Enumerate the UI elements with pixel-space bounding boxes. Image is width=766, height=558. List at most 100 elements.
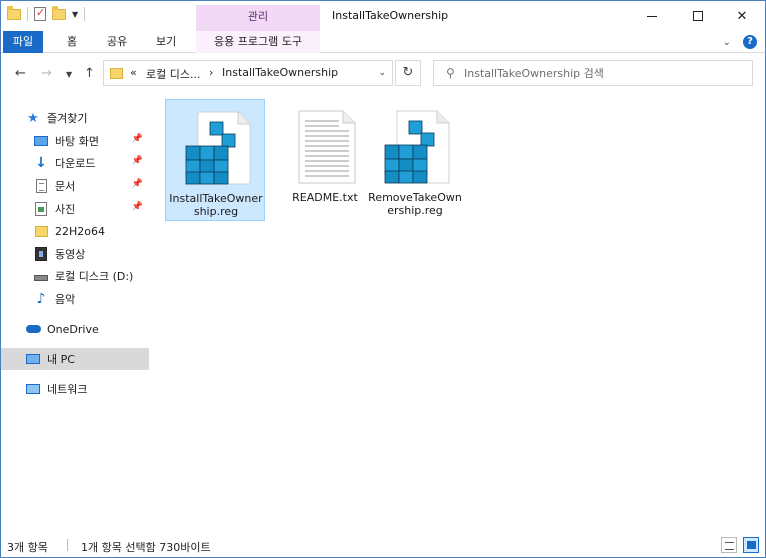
address-row: ← → ▼ ↑ « 로컬 디스... › InstallTakeOwnershi… (1, 54, 765, 92)
file-name: RemoveTakeOwnership.reg (368, 191, 462, 217)
cloud-icon (25, 321, 41, 337)
ribbon-tabs: 파일 홈 공유 보기 응용 프로그램 도구 ⌄ ? (1, 31, 765, 53)
tab-application-tools[interactable]: 응용 프로그램 도구 (196, 31, 320, 53)
file-item-remove-reg[interactable]: RemoveTakeOwnership.reg (365, 99, 465, 221)
star-icon: ★ (27, 110, 39, 126)
quick-access-toolbar: ▼ (7, 5, 86, 21)
maximize-button[interactable] (675, 1, 721, 31)
minimize-button[interactable] (629, 1, 675, 31)
toolbar-divider (27, 7, 28, 21)
status-bar: 3개 항목 1개 항목 선택함 730바이트 (1, 533, 765, 557)
explorer-window: ▼ 관리 InstallTakeOwnership ✕ 파일 홈 공유 보기 응… (0, 0, 766, 558)
nav-item-desktop[interactable]: 바탕 화면 📌 (1, 130, 149, 152)
refresh-button[interactable]: ↻ (395, 60, 421, 86)
nav-item-videos[interactable]: 동영상 (1, 243, 149, 265)
tab-home[interactable]: 홈 (59, 31, 85, 53)
nav-item-documents[interactable]: 문서 📌 (1, 175, 149, 197)
nav-item-this-pc[interactable]: 내 PC (1, 348, 149, 370)
nav-item-label: 22H2o64 (55, 224, 105, 238)
forward-arrow-icon[interactable]: → (41, 66, 52, 81)
close-button[interactable]: ✕ (719, 1, 765, 31)
address-dropdown-chevron-icon[interactable]: ⌄ (378, 68, 386, 78)
nav-item-label: 내 PC (47, 353, 75, 366)
nav-item-label: 바탕 화면 (55, 135, 99, 148)
nav-item-label: 사진 (55, 203, 76, 216)
tab-share[interactable]: 공유 (99, 31, 135, 53)
computer-icon (25, 351, 41, 367)
search-icon: ⚲ (446, 66, 455, 80)
text-file-icon (298, 110, 356, 184)
recent-locations-chevron-icon[interactable]: ▼ (66, 70, 72, 79)
picture-icon (33, 201, 49, 217)
navigation-pane: ★ 즐겨찾기 바탕 화면 📌 ↓ 다운로드 📌 문서 📌 사진 📌 22H2o6… (1, 93, 151, 533)
video-icon (33, 246, 49, 262)
search-box[interactable]: ⚲ (433, 60, 753, 86)
breadcrumb-separator[interactable]: › (209, 66, 213, 79)
file-name: InstallTakeOwnership.reg (169, 192, 263, 218)
nav-item-local-disk-d[interactable]: 로컬 디스크 (D:) (1, 265, 149, 287)
ribbon-controls: ⌄ ? (723, 35, 757, 49)
status-item-count: 3개 항목 (7, 541, 48, 554)
nav-item-label: 즐겨찾기 (47, 112, 88, 125)
pin-icon[interactable]: 📌 (132, 179, 143, 189)
drive-icon (33, 268, 49, 284)
registry-file-icon (384, 110, 450, 184)
help-icon[interactable]: ? (743, 35, 757, 49)
new-folder-icon[interactable] (52, 5, 66, 20)
file-list: InstallTakeOwnership.reg README.txt Remo… (153, 93, 765, 533)
maximize-icon (693, 11, 703, 21)
music-icon: ♪ (36, 291, 46, 307)
status-selection: 1개 항목 선택함 730바이트 (81, 541, 211, 554)
download-icon: ↓ (35, 155, 47, 171)
nav-item-network[interactable]: 네트워크 (1, 378, 149, 400)
nav-quick-access[interactable]: ★ 즐겨찾기 (1, 107, 149, 129)
registry-file-icon (185, 111, 251, 185)
document-icon (33, 178, 49, 194)
folder-icon (7, 5, 21, 20)
nav-item-music[interactable]: ♪ 음악 (1, 288, 149, 310)
nav-item-downloads[interactable]: ↓ 다운로드 📌 (1, 152, 149, 174)
details-view-icon[interactable] (721, 537, 737, 553)
properties-icon[interactable] (34, 6, 46, 21)
customize-toolbar-chevron-icon[interactable]: ▼ (72, 10, 78, 19)
desktop-icon (33, 133, 49, 149)
toolbar-divider (84, 7, 86, 21)
refresh-icon: ↻ (402, 65, 414, 80)
nav-item-label: OneDrive (47, 322, 99, 336)
nav-item-label: 네트워크 (47, 383, 88, 396)
breadcrumb-current-folder[interactable]: InstallTakeOwnership (222, 66, 338, 79)
back-arrow-icon[interactable]: ← (15, 66, 26, 81)
pin-icon[interactable]: 📌 (132, 202, 143, 212)
nav-item-label: 로컬 디스크 (D:) (55, 270, 134, 283)
search-input[interactable] (464, 65, 744, 81)
status-divider (67, 539, 68, 551)
nav-item-label: 다운로드 (55, 157, 96, 170)
network-icon (25, 381, 41, 397)
folder-icon (33, 223, 49, 239)
expand-ribbon-chevron-icon[interactable]: ⌄ (723, 37, 731, 48)
pin-icon[interactable]: 📌 (132, 156, 143, 166)
title-bar: ▼ 관리 InstallTakeOwnership ✕ (1, 1, 765, 31)
pin-icon[interactable]: 📌 (132, 134, 143, 144)
nav-item-onedrive[interactable]: OneDrive (1, 318, 149, 340)
up-arrow-icon[interactable]: ↑ (84, 66, 95, 81)
breadcrumb-overflow[interactable]: « (130, 66, 137, 79)
file-name: README.txt (292, 191, 358, 204)
nav-item-22h2o64[interactable]: 22H2o64 (1, 220, 149, 242)
tab-view[interactable]: 보기 (148, 31, 184, 53)
nav-item-label: 동영상 (55, 248, 86, 261)
breadcrumb-local-disk[interactable]: 로컬 디스... (146, 66, 200, 82)
context-tab-manage[interactable]: 관리 (196, 5, 320, 31)
large-icons-view-icon[interactable] (743, 537, 759, 553)
nav-item-label: 음악 (55, 293, 76, 306)
close-icon: ✕ (736, 8, 748, 24)
nav-item-label: 문서 (55, 180, 76, 193)
minimize-icon (647, 15, 657, 17)
folder-icon (110, 68, 123, 79)
file-item-install-reg[interactable]: InstallTakeOwnership.reg (165, 99, 265, 221)
tab-file[interactable]: 파일 (3, 31, 43, 53)
file-item-readme-txt[interactable]: README.txt (275, 99, 375, 221)
address-bar[interactable]: « 로컬 디스... › InstallTakeOwnership ⌄ (103, 60, 393, 86)
nav-item-pictures[interactable]: 사진 📌 (1, 198, 149, 220)
window-title: InstallTakeOwnership (332, 9, 449, 22)
